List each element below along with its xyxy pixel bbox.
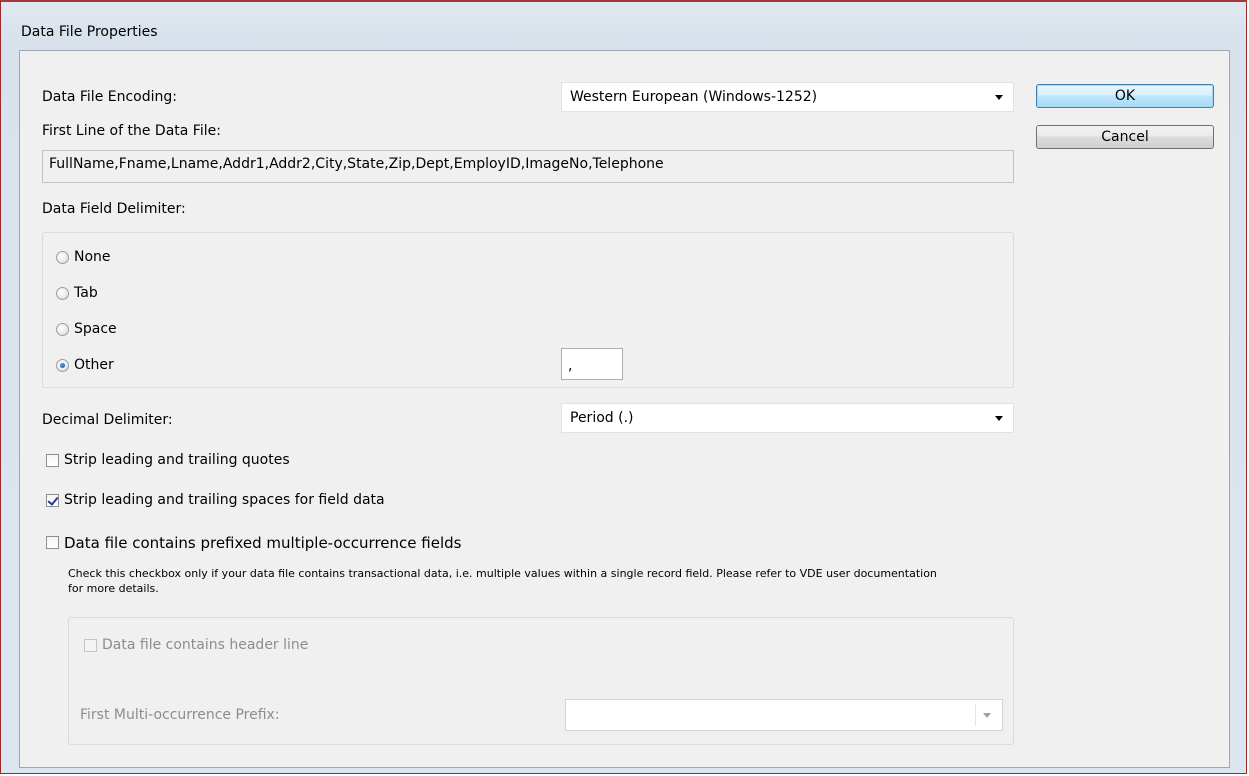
combo-separator: [975, 704, 976, 726]
field-delimiter-group: [42, 232, 1014, 388]
dialog-title: Data File Properties: [21, 24, 158, 40]
first-line-value: FullName,Fname,Lname,Addr1,Addr2,City,St…: [49, 156, 664, 172]
chevron-down-icon: [995, 416, 1003, 421]
prefix-select[interactable]: [565, 699, 1003, 731]
delimiter-option-label: Space: [74, 321, 117, 337]
multi-occurrence-help-text: Check this checkbox only if your data fi…: [68, 567, 937, 595]
decimal-delimiter-selected-value: Period (.): [570, 410, 634, 426]
decimal-delimiter-label: Decimal Delimiter:: [42, 412, 173, 428]
other-delimiter-value: ,: [568, 358, 573, 374]
dialog-window: Data File Properties Data File Encoding:…: [0, 0, 1247, 774]
radio-space[interactable]: [56, 323, 69, 336]
radio-none[interactable]: [56, 251, 69, 264]
chevron-down-icon: [995, 95, 1003, 100]
prefix-label: First Multi-occurrence Prefix:: [80, 707, 280, 723]
first-line-label: First Line of the Data File:: [42, 123, 221, 139]
multi-occurrence-label: Data file contains prefixed multiple-occ…: [64, 534, 462, 552]
strip-spaces-checkbox[interactable]: [46, 494, 59, 507]
encoding-selected-value: Western European (Windows-1252): [570, 89, 818, 105]
other-delimiter-input[interactable]: ,: [561, 348, 623, 380]
radio-other[interactable]: [56, 359, 69, 372]
strip-spaces-label: Strip leading and trailing spaces for fi…: [64, 492, 385, 508]
radio-tab[interactable]: [56, 287, 69, 300]
strip-quotes-checkbox[interactable]: [46, 454, 59, 467]
first-line-field[interactable]: FullName,Fname,Lname,Addr1,Addr2,City,St…: [42, 150, 1014, 183]
multi-occurrence-checkbox[interactable]: [46, 536, 59, 549]
decimal-delimiter-select[interactable]: Period (.): [561, 403, 1014, 433]
chevron-down-icon: [983, 713, 991, 718]
header-line-checkbox[interactable]: [84, 639, 97, 652]
delimiter-option-label: Tab: [74, 285, 98, 301]
delimiter-option-label: Other: [74, 357, 114, 373]
encoding-select[interactable]: Western European (Windows-1252): [561, 82, 1014, 112]
ok-button[interactable]: OK: [1036, 84, 1214, 108]
title-bar[interactable]: Data File Properties: [1, 2, 1246, 52]
cancel-button[interactable]: Cancel: [1036, 125, 1214, 149]
strip-quotes-label: Strip leading and trailing quotes: [64, 452, 290, 468]
dialog-client-area: Data File Encoding: Western European (Wi…: [19, 50, 1230, 768]
encoding-label: Data File Encoding:: [42, 89, 177, 105]
delimiter-option-label: None: [74, 249, 111, 265]
field-delimiter-label: Data Field Delimiter:: [42, 201, 186, 217]
header-line-label: Data file contains header line: [102, 637, 309, 653]
